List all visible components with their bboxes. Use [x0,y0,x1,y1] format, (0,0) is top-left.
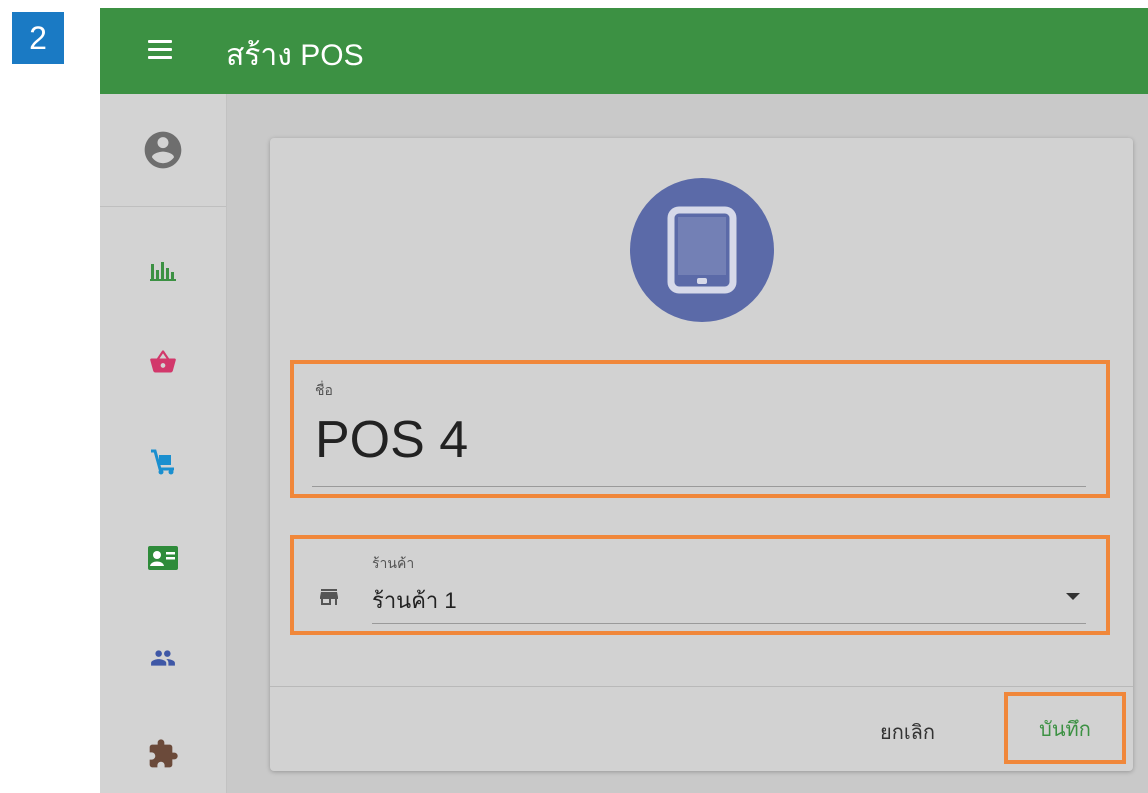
store-icon [320,589,338,605]
dropdown-caret-icon[interactable] [1066,593,1080,600]
shop-select-underline [372,623,1086,624]
nav-item-sales[interactable] [100,322,226,402]
tablet-icon [667,206,737,294]
account-circle-icon[interactable] [100,110,226,190]
nav-item-dashboard[interactable] [100,230,226,310]
nav-item-contacts[interactable] [100,518,226,598]
app-window: สร้าง POS ชื่อ POS 4 ร้านค้า ร้านค้า 1 ย… [100,8,1148,793]
extension-icon [149,739,178,768]
people-icon [151,650,175,666]
create-pos-card: ชื่อ POS 4 ร้านค้า ร้านค้า 1 ยกเลิก บันท… [270,138,1133,771]
save-button[interactable]: บันทึก [1010,698,1120,760]
contact-card-icon [148,546,178,570]
pos-avatar [630,178,774,322]
pos-name-label: ชื่อ [315,382,333,398]
sidebar-profile [100,94,226,207]
sidebar [100,94,227,793]
hand-truck-icon [151,449,174,475]
nav-item-plugins[interactable] [100,714,226,793]
page-title: สร้าง POS [226,39,364,72]
step-number-badge: 2 [12,12,64,64]
shop-label: ร้านค้า [372,555,415,571]
pos-name-field[interactable]: ชื่อ POS 4 [290,360,1108,494]
bar-chart-icon [150,262,176,281]
app-bar: สร้าง POS [100,8,1148,94]
pos-name-input[interactable]: POS 4 [315,410,468,470]
menu-icon[interactable] [148,40,172,60]
card-actions-divider [270,686,1133,687]
nav-item-users[interactable] [100,618,226,698]
shopping-basket-icon [150,350,176,373]
nav-item-inventory[interactable] [100,422,226,502]
cancel-button[interactable]: ยกเลิก [880,716,935,748]
pos-name-underline [312,486,1086,487]
shop-select[interactable]: ร้านค้า ร้านค้า 1 [290,535,1108,635]
shop-selected-value[interactable]: ร้านค้า 1 [372,583,457,618]
